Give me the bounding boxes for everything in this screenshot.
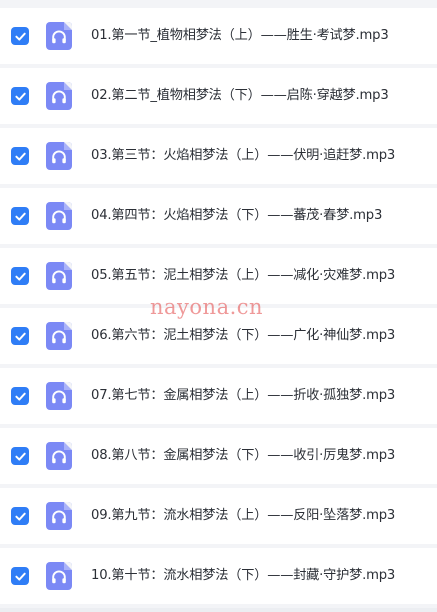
file-row-08[interactable]: 08.第八节：金属相梦法（下）——收引·厉鬼梦.mp3 <box>0 428 437 484</box>
file-name[interactable]: 01.第一节_植物相梦法（上）——胜生·考试梦.mp3 <box>91 8 389 64</box>
file-name[interactable]: 03.第三节：火焰相梦法（上）——伏明·追赶梦.mp3 <box>91 128 395 184</box>
headphones-icon <box>52 30 66 44</box>
checkbox-checked[interactable] <box>11 87 29 105</box>
checkmark-icon <box>14 512 26 521</box>
checkmark-icon <box>14 32 26 41</box>
checkbox-checked[interactable] <box>11 567 29 585</box>
file-name[interactable]: 04.第四节：火焰相梦法（下）——蕃茂·春梦.mp3 <box>91 188 382 244</box>
headphones-icon <box>52 90 66 104</box>
file-row-01[interactable]: 01.第一节_植物相梦法（上）——胜生·考试梦.mp3 <box>0 8 437 64</box>
list-bottom-edge <box>0 608 437 612</box>
audio-file-icon <box>46 22 72 50</box>
checkmark-icon <box>14 332 26 341</box>
file-row-06[interactable]: 06.第六节：泥土相梦法（下）——广化·神仙梦.mp3 <box>0 308 437 364</box>
headphones-icon <box>52 510 66 524</box>
checkmark-icon <box>14 572 26 581</box>
file-name[interactable]: 09.第九节：流水相梦法（上）——反阳·坠落梦.mp3 <box>91 488 395 544</box>
file-row-07[interactable]: 07.第七节：金属相梦法（上）——折收·孤独梦.mp3 <box>0 368 437 424</box>
file-name[interactable]: 05.第五节：泥土相梦法（上）——减化·灾难梦.mp3 <box>91 248 395 304</box>
headphones-icon <box>52 270 66 284</box>
file-name[interactable]: 02.第二节_植物相梦法（下）——启陈·穿越梦.mp3 <box>91 68 389 124</box>
checkmark-icon <box>14 152 26 161</box>
audio-file-icon <box>46 262 72 290</box>
file-row-09[interactable]: 09.第九节：流水相梦法（上）——反阳·坠落梦.mp3 <box>0 488 437 544</box>
audio-file-icon <box>46 202 72 230</box>
headphones-icon <box>52 150 66 164</box>
headphones-icon <box>52 450 66 464</box>
audio-file-icon <box>46 322 72 350</box>
audio-file-icon <box>46 142 72 170</box>
file-row-10[interactable]: 10.第十节：流水相梦法（下）——封藏·守护梦.mp3 <box>0 548 437 604</box>
checkbox-checked[interactable] <box>11 507 29 525</box>
file-row-04[interactable]: 04.第四节：火焰相梦法（下）——蕃茂·春梦.mp3 <box>0 188 437 244</box>
file-list: 01.第一节_植物相梦法（上）——胜生·考试梦.mp3 02.第二节_植物相梦法… <box>0 8 437 608</box>
checkmark-icon <box>14 212 26 221</box>
checkbox-checked[interactable] <box>11 147 29 165</box>
checkmark-icon <box>14 452 26 461</box>
file-name[interactable]: 07.第七节：金属相梦法（上）——折收·孤独梦.mp3 <box>91 368 395 424</box>
audio-file-icon <box>46 562 72 590</box>
checkmark-icon <box>14 392 26 401</box>
checkmark-icon <box>14 272 26 281</box>
checkbox-checked[interactable] <box>11 267 29 285</box>
audio-file-icon <box>46 442 72 470</box>
audio-file-icon <box>46 502 72 530</box>
file-name[interactable]: 06.第六节：泥土相梦法（下）——广化·神仙梦.mp3 <box>91 308 395 364</box>
checkbox-checked[interactable] <box>11 447 29 465</box>
headphones-icon <box>52 210 66 224</box>
checkbox-checked[interactable] <box>11 27 29 45</box>
headphones-icon <box>52 390 66 404</box>
checkbox-checked[interactable] <box>11 387 29 405</box>
headphones-icon <box>52 330 66 344</box>
file-row-03[interactable]: 03.第三节：火焰相梦法（上）——伏明·追赶梦.mp3 <box>0 128 437 184</box>
audio-file-icon <box>46 382 72 410</box>
checkbox-checked[interactable] <box>11 327 29 345</box>
checkmark-icon <box>14 92 26 101</box>
file-row-05[interactable]: 05.第五节：泥土相梦法（上）——减化·灾难梦.mp3 <box>0 248 437 304</box>
audio-file-icon <box>46 82 72 110</box>
file-row-02[interactable]: 02.第二节_植物相梦法（下）——启陈·穿越梦.mp3 <box>0 68 437 124</box>
checkbox-checked[interactable] <box>11 207 29 225</box>
file-name[interactable]: 10.第十节：流水相梦法（下）——封藏·守护梦.mp3 <box>91 548 395 604</box>
headphones-icon <box>52 570 66 584</box>
file-name[interactable]: 08.第八节：金属相梦法（下）——收引·厉鬼梦.mp3 <box>91 428 395 484</box>
